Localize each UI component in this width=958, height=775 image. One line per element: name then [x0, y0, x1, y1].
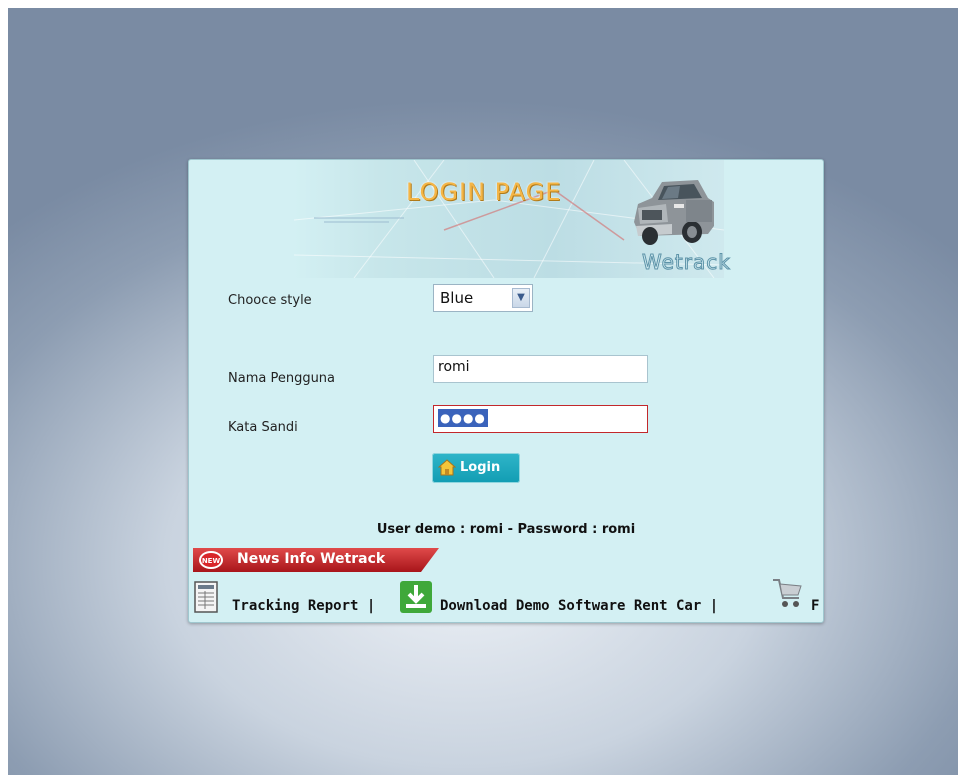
- home-star-icon: [438, 459, 456, 476]
- username-field[interactable]: romi: [433, 355, 648, 383]
- login-panel: LOGIN PAGE Wetrack Chooce style Blue ▼ N…: [188, 159, 824, 623]
- download-icon: [400, 581, 432, 613]
- ticker-item-tracking-report[interactable]: Tracking Report |: [232, 598, 375, 614]
- new-badge-icon: NEW: [202, 557, 221, 565]
- shopping-cart-icon: [773, 579, 802, 607]
- news-header: NEW News Info Wetrack: [193, 546, 443, 574]
- password-field[interactable]: ●●●●: [433, 405, 648, 433]
- style-select[interactable]: Blue ▼: [433, 284, 533, 312]
- banner-brand: Wetrack: [642, 250, 731, 275]
- demo-credentials-note: User demo : romi - Password : romi: [376, 522, 636, 537]
- password-mask: ●●●●: [438, 409, 488, 427]
- style-select-value: Blue: [440, 289, 474, 307]
- style-label: Chooce style: [228, 293, 312, 308]
- news-title: News Info Wetrack: [237, 551, 386, 567]
- username-label: Nama Pengguna: [228, 371, 336, 386]
- ticker-item-cut-off[interactable]: F: [811, 598, 819, 614]
- pickup-truck-image: [634, 180, 714, 245]
- login-button-label: Login: [460, 460, 501, 475]
- ticker-item-download-demo[interactable]: Download Demo Software Rent Car |: [440, 598, 718, 614]
- username-value: romi: [438, 359, 470, 375]
- report-document-icon: [194, 581, 218, 613]
- login-banner: LOGIN PAGE Wetrack: [294, 160, 730, 278]
- desktop-background: LOGIN PAGE Wetrack Chooce style Blue ▼ N…: [8, 8, 958, 775]
- login-button[interactable]: Login: [432, 453, 520, 483]
- password-label: Kata Sandi: [228, 420, 298, 435]
- banner-title: LOGIN PAGE: [406, 178, 562, 206]
- chevron-down-icon[interactable]: ▼: [512, 288, 530, 308]
- news-ticker: Tracking Report | Download Demo Software…: [189, 579, 823, 620]
